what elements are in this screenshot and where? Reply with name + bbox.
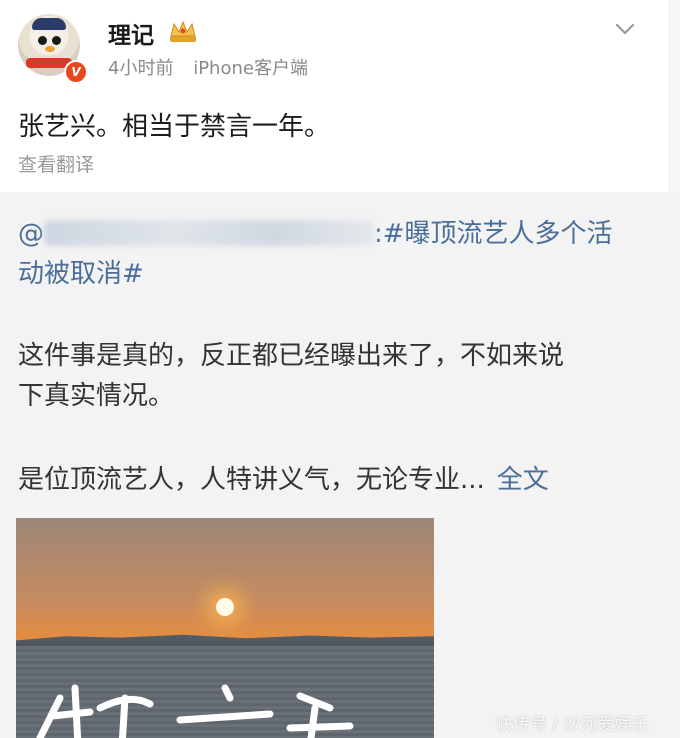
repost-paragraph-2: 是位顶流艺人，人特讲义气，无论专业... 全文 bbox=[18, 460, 549, 500]
topic-link-continued[interactable]: 动被取消# bbox=[18, 259, 144, 289]
post-card: V 理记 4小时前 iPhone客户端 张艺兴。相当于禁言一年。 查看翻译 bbox=[0, 0, 668, 192]
watermark: 快传号 / 沙河爱娱乐 bbox=[496, 715, 649, 735]
verified-badge-icon: V bbox=[64, 60, 88, 84]
sunset-photo[interactable] bbox=[16, 518, 434, 738]
repost-excerpt: 是位顶流艺人，人特讲义气，无论专业... bbox=[18, 465, 485, 495]
chevron-down-icon[interactable] bbox=[614, 20, 636, 38]
repost-topic-line-2: 动被取消# bbox=[18, 254, 144, 294]
repost-topic-line: @:#曝顶流艺人多个活 bbox=[18, 219, 613, 249]
translate-link[interactable]: 查看翻译 bbox=[18, 150, 94, 177]
post-source: iPhone客户端 bbox=[193, 58, 308, 79]
post-text: 张艺兴。相当于禁言一年。 bbox=[18, 112, 331, 142]
post-meta: 4小时前 iPhone客户端 bbox=[108, 54, 308, 80]
blurred-username bbox=[44, 220, 374, 246]
repost-paragraph: 这件事是真的，反正都已经曝出来了，不如来说 bbox=[18, 341, 565, 371]
distant-hills bbox=[16, 634, 434, 646]
crown-icon bbox=[170, 20, 196, 42]
calligraphy-strokes bbox=[36, 684, 354, 738]
sun bbox=[216, 598, 234, 616]
avatar[interactable]: V bbox=[18, 14, 88, 84]
post-time: 4小时前 bbox=[108, 58, 174, 79]
full-text-link[interactable]: 全文 bbox=[497, 465, 549, 495]
username[interactable]: 理记 bbox=[108, 16, 154, 50]
repost-paragraph-cont: 下真实情况。 bbox=[18, 381, 175, 411]
topic-link[interactable]: #曝顶流艺人多个活 bbox=[383, 219, 613, 249]
mention-link[interactable]: @ bbox=[18, 219, 44, 249]
